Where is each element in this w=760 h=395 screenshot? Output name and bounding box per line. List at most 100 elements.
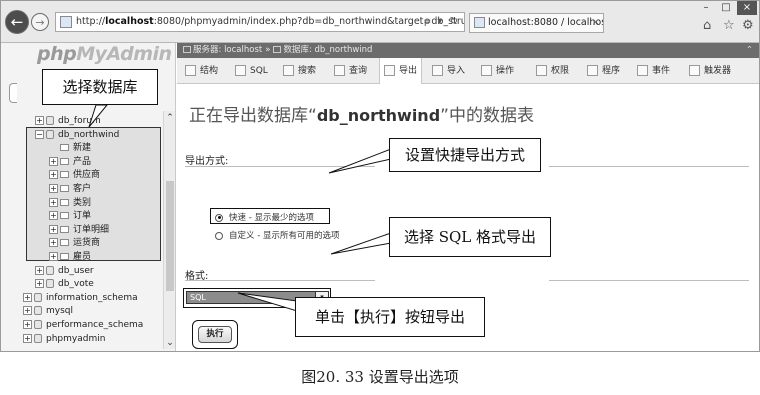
tab-close-icon[interactable]: × bbox=[592, 14, 600, 32]
logo-myadmin: MyAdmin bbox=[76, 43, 172, 65]
table-item[interactable]: + 客户 bbox=[49, 183, 91, 196]
table-item[interactable]: + 订单明细 bbox=[49, 224, 109, 237]
import-icon bbox=[432, 65, 443, 76]
tab-label: 搜索 bbox=[298, 66, 317, 76]
forward-button[interactable]: → bbox=[31, 13, 49, 31]
back-button[interactable]: ← bbox=[5, 10, 29, 34]
tab-clock[interactable]: 事件 bbox=[637, 58, 670, 84]
quick-radio[interactable] bbox=[215, 213, 223, 222]
expand-icon[interactable]: + bbox=[49, 184, 58, 193]
tree-item-label: mysql bbox=[46, 306, 73, 317]
tree-item-label: 供应商 bbox=[73, 170, 101, 181]
tab-routines[interactable]: 程序 bbox=[587, 58, 620, 84]
expand-icon[interactable]: + bbox=[49, 197, 58, 207]
expand-icon[interactable]: + bbox=[35, 265, 44, 275]
expand-icon[interactable]: + bbox=[49, 252, 58, 261]
table-item[interactable]: + 雇员 bbox=[49, 251, 91, 264]
table-icon bbox=[60, 171, 69, 179]
table-item[interactable]: + 供应商 bbox=[49, 169, 100, 182]
database-item[interactable]: + db_forum bbox=[35, 115, 101, 128]
browser-tab[interactable]: localhost:8080 / localhos... × bbox=[469, 13, 604, 33]
tab-favicon-icon bbox=[474, 17, 485, 28]
expand-icon[interactable]: + bbox=[23, 333, 32, 343]
database-item[interactable]: + mysql bbox=[23, 305, 73, 318]
logo-php: php bbox=[37, 43, 77, 65]
callout-sql-format: 选择 SQL 格式导出 bbox=[389, 217, 551, 257]
tab-privileges[interactable]: 权限 bbox=[536, 58, 569, 84]
breadcrumb-server[interactable]: 服务器: localhost bbox=[193, 45, 262, 55]
breadcrumb-database[interactable]: 数据库: db_northwind bbox=[283, 45, 372, 55]
database-icon bbox=[46, 279, 54, 289]
tree-item-label: db_user bbox=[58, 265, 94, 276]
address-bar[interactable]: http://localhost:8080/phpmyadmin/index.p… bbox=[55, 12, 465, 32]
page-title: 正在导出数据库“db_northwind”中的数据表 bbox=[189, 101, 534, 126]
table-icon bbox=[60, 185, 69, 192]
expand-icon[interactable]: + bbox=[49, 156, 58, 166]
database-icon bbox=[46, 129, 54, 139]
query-icon bbox=[334, 65, 345, 76]
database-selector[interactable] bbox=[9, 83, 17, 103]
settings-gear-icon[interactable]: ⚙ bbox=[742, 18, 754, 33]
tree-item-label: performance_schema bbox=[46, 320, 144, 330]
expand-icon[interactable]: + bbox=[49, 224, 58, 234]
server-icon bbox=[183, 46, 191, 53]
expand-icon[interactable]: + bbox=[35, 279, 44, 289]
collapse-icon[interactable]: ⌃ bbox=[746, 43, 753, 58]
tab-triggers[interactable]: 触发器 bbox=[689, 58, 731, 84]
format-value: SQL bbox=[190, 293, 206, 302]
tab-label: 导出 bbox=[399, 66, 418, 76]
database-item[interactable]: + information_schema bbox=[23, 292, 138, 305]
phpmyadmin-logo[interactable]: phpMyAdmin bbox=[37, 43, 172, 65]
table-icon bbox=[60, 212, 69, 220]
scroll-up-icon[interactable]: ⌃ bbox=[164, 113, 176, 123]
expand-icon[interactable]: + bbox=[49, 170, 58, 180]
figure-caption: 图20. 33 设置导出选项 bbox=[301, 368, 459, 386]
database-item[interactable]: + db_user bbox=[35, 265, 94, 278]
custom-option-label: 自定义 - 显示所有可用的选项 bbox=[229, 231, 340, 241]
scroll-thumb[interactable] bbox=[166, 181, 174, 291]
tab-search[interactable]: 搜索 bbox=[283, 58, 316, 84]
favorites-star-icon[interactable]: ☆ bbox=[723, 18, 735, 33]
triggers-icon bbox=[689, 65, 700, 76]
table-item[interactable]: + 类别 bbox=[49, 197, 91, 210]
home-icon[interactable]: ⌂ bbox=[703, 18, 711, 33]
custom-export-option[interactable]: 自定义 - 显示所有可用的选项 bbox=[215, 229, 339, 241]
expand-icon[interactable]: + bbox=[49, 238, 58, 248]
database-item[interactable]: + performance_schema bbox=[23, 319, 143, 332]
collapse-icon[interactable]: − bbox=[35, 129, 44, 139]
new-table-item[interactable]: 新建 bbox=[49, 142, 91, 155]
expand-icon[interactable]: + bbox=[35, 116, 44, 125]
quick-export-option[interactable]: 快速 - 显示最少的选项 bbox=[215, 211, 314, 223]
tab-export[interactable]: 导出 bbox=[379, 58, 423, 84]
database-item[interactable]: − db_northwind bbox=[35, 129, 119, 142]
format-divider bbox=[185, 280, 375, 281]
window-maximize-button[interactable]: □ bbox=[717, 1, 735, 15]
callout-select-database: 选择数据库 bbox=[42, 69, 158, 105]
url-host: localhost bbox=[105, 16, 154, 27]
callout-click-go: 单击【执行】按钮导出 bbox=[295, 297, 485, 337]
database-icon bbox=[46, 116, 54, 125]
expand-icon[interactable]: + bbox=[23, 320, 32, 329]
database-item[interactable]: + db_vote bbox=[35, 278, 94, 291]
scroll-down-icon[interactable]: ⌄ bbox=[164, 338, 176, 348]
nav-scrollbar[interactable]: ⌃ ⌄ bbox=[163, 111, 175, 349]
expand-icon[interactable]: + bbox=[49, 211, 58, 221]
tab-query[interactable]: 查询 bbox=[334, 58, 367, 84]
table-item[interactable]: + 订单 bbox=[49, 210, 91, 223]
window-close-button[interactable]: × bbox=[737, 1, 757, 15]
tab-wrench[interactable]: 操作 bbox=[481, 58, 514, 84]
go-button[interactable]: 执行 bbox=[198, 326, 232, 343]
database-icon bbox=[46, 265, 54, 275]
expand-icon[interactable]: + bbox=[23, 292, 32, 302]
address-tools-icon[interactable]: ρ ▾ ↻ bbox=[424, 13, 460, 31]
expand-icon[interactable]: + bbox=[23, 306, 32, 316]
tab-import[interactable]: 导入 bbox=[432, 58, 465, 84]
window-minimize-button[interactable]: – bbox=[697, 1, 715, 15]
tab-structure[interactable]: 结构 bbox=[185, 58, 218, 84]
custom-radio[interactable] bbox=[215, 231, 223, 240]
tree-item-label: 运货商 bbox=[73, 238, 101, 249]
database-item[interactable]: + phpmyadmin bbox=[23, 333, 105, 346]
tab-sql[interactable]: SQL bbox=[235, 58, 268, 84]
table-item[interactable]: + 运货商 bbox=[49, 237, 100, 250]
table-item[interactable]: + 产品 bbox=[49, 156, 91, 169]
